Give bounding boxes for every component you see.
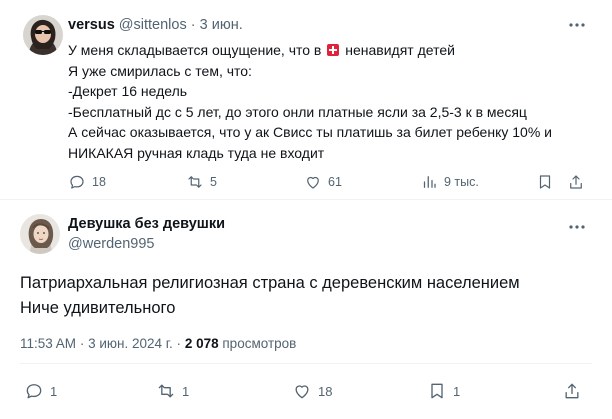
more-options-icon[interactable] [567,219,587,235]
views-count: 9 тыс. [444,175,479,189]
heart-icon [295,385,309,399]
bookmark-icon [539,175,551,189]
tweet-text: У меня складывается ощущение, что в нена… [68,40,588,163]
author-handle[interactable]: @werden995 [68,236,154,252]
tweet-line-1: У меня складывается ощущение, что в нена… [68,42,455,58]
views-button[interactable]: 9 тыс. [420,173,479,191]
views-count: 2 078 [184,336,219,351]
tweet-header: versus @sittenlos · 3 июн. [68,17,243,33]
reply-button[interactable]: 18 [68,173,106,191]
divider [20,363,592,364]
heart-icon [307,176,319,189]
bookmark-icon [431,383,443,399]
tweet-text: Патриархальная религиозная страна с дере… [20,271,590,321]
like-count: 61 [328,175,342,189]
tweet-meta: 11:53 AM · 3 июн. 2024 г. · 2 078 просмо… [20,336,296,351]
repost-button[interactable]: 1 [156,381,189,401]
bookmark-button[interactable]: 1 [427,381,460,401]
avatar-versus[interactable] [23,15,63,55]
reply-icon [26,384,42,399]
bookmark-count: 1 [453,383,461,399]
separator: · [190,17,196,33]
share-icon [570,175,582,189]
views-label: просмотров [222,336,297,351]
repost-count: 5 [210,175,217,189]
tweet-line-2: Ниче удивительного [20,299,176,317]
repost-button[interactable]: 5 [186,173,217,191]
views-chart-icon [423,176,436,188]
share-icon [565,383,579,399]
like-button[interactable]: 18 [292,381,332,401]
main-tweet: Девушка без девушки @werden995 Патриарха… [0,200,612,419]
reply-icon [70,175,84,189]
tweet-line-6: НИКАКАЯ ручная кладь туда не входит [68,144,325,161]
author-name[interactable]: Девушка без девушки [68,216,225,232]
share-button[interactable] [567,173,585,191]
like-count: 18 [318,383,333,399]
reply-count: 18 [92,175,106,189]
tweet-line-4: -Бесплатный дс с 5 лет, до этого онли пл… [68,103,527,120]
separator: · [176,336,182,351]
tweet-line-3: -Декрет 16 недель [68,83,188,99]
share-button[interactable] [562,381,582,401]
tweet-line-2: Я уже смирилась с тем, что: [68,62,252,79]
reply-count: 1 [50,383,58,399]
quoted-tweet[interactable]: versus @sittenlos · 3 июн. У меня склады… [0,0,612,200]
more-options-icon[interactable] [567,17,587,33]
swiss-flag-icon [327,44,340,56]
tweet-line-1: Патриархальная религиозная страна с дере… [20,274,520,292]
tweet-date[interactable]: 3 июн. 2024 г. [88,336,173,351]
bookmark-button[interactable] [536,173,554,191]
repost-icon [158,384,174,398]
separator: · [79,336,85,351]
repost-icon [188,176,202,188]
like-button[interactable]: 61 [304,173,342,191]
author-name[interactable]: versus [68,17,115,33]
tweet-line-5: А сейчас оказывается, что у ак Свисс ты … [68,124,552,140]
author-handle[interactable]: @sittenlos [119,17,187,33]
reply-button[interactable]: 1 [24,381,57,401]
tweet-time[interactable]: 11:53 AM [20,336,76,351]
tweet-date[interactable]: 3 июн. [200,17,243,33]
repost-count: 1 [182,383,190,399]
avatar-werden995[interactable] [20,214,60,254]
